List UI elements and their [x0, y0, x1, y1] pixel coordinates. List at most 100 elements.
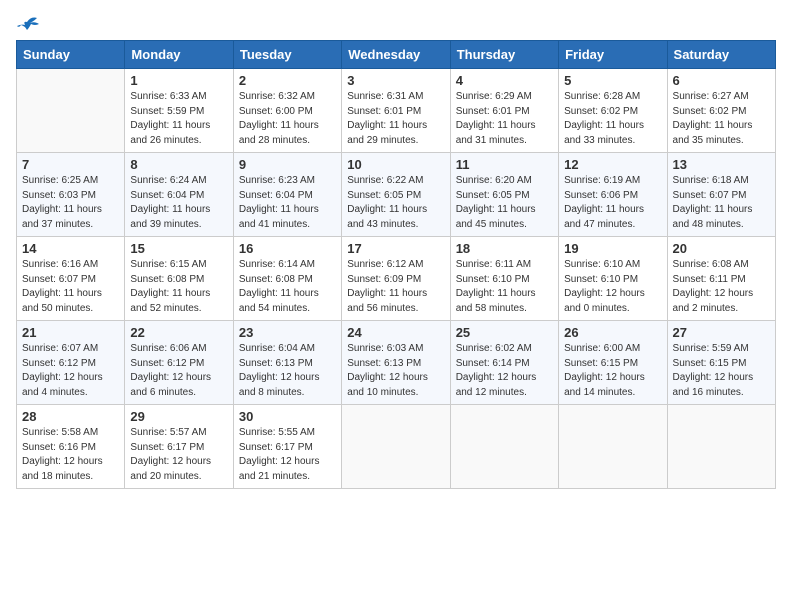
calendar-cell — [667, 405, 775, 489]
calendar-cell: 11 Sunrise: 6:20 AMSunset: 6:05 PMDayligh… — [450, 153, 558, 237]
day-number: 9 — [239, 157, 336, 172]
calendar-header-friday: Friday — [559, 41, 667, 69]
calendar-cell: 1 Sunrise: 6:33 AMSunset: 5:59 PMDaylight… — [125, 69, 233, 153]
day-info: Sunrise: 6:06 AMSunset: 6:12 PMDaylight:… — [130, 342, 227, 400]
calendar-header-thursday: Thursday — [450, 41, 558, 69]
calendar-cell: 8 Sunrise: 6:24 AMSunset: 6:04 PMDaylight… — [125, 153, 233, 237]
day-number: 16 — [239, 241, 336, 256]
page-header — [16, 16, 776, 32]
day-info: Sunrise: 6:04 AMSunset: 6:13 PMDaylight:… — [239, 342, 336, 400]
day-info: Sunrise: 6:10 AMSunset: 6:10 PMDaylight:… — [564, 258, 661, 316]
day-info: Sunrise: 6:32 AMSunset: 6:00 PMDaylight:… — [239, 90, 336, 148]
day-number: 12 — [564, 157, 661, 172]
day-number: 10 — [347, 157, 444, 172]
day-info: Sunrise: 5:55 AMSunset: 6:17 PMDaylight:… — [239, 426, 336, 484]
calendar-cell: 27 Sunrise: 5:59 AMSunset: 6:15 PMDayligh… — [667, 321, 775, 405]
calendar-header-monday: Monday — [125, 41, 233, 69]
day-info: Sunrise: 6:19 AMSunset: 6:06 PMDaylight:… — [564, 174, 661, 232]
calendar-cell: 25 Sunrise: 6:02 AMSunset: 6:14 PMDayligh… — [450, 321, 558, 405]
day-number: 13 — [673, 157, 770, 172]
day-number: 20 — [673, 241, 770, 256]
day-info: Sunrise: 6:28 AMSunset: 6:02 PMDaylight:… — [564, 90, 661, 148]
day-info: Sunrise: 6:03 AMSunset: 6:13 PMDaylight:… — [347, 342, 444, 400]
calendar-cell: 12 Sunrise: 6:19 AMSunset: 6:06 PMDayligh… — [559, 153, 667, 237]
day-info: Sunrise: 6:20 AMSunset: 6:05 PMDaylight:… — [456, 174, 553, 232]
day-number: 29 — [130, 409, 227, 424]
calendar-cell: 10 Sunrise: 6:22 AMSunset: 6:05 PMDayligh… — [342, 153, 450, 237]
calendar-table: SundayMondayTuesdayWednesdayThursdayFrid… — [16, 40, 776, 489]
logo — [16, 20, 39, 32]
calendar-cell: 30 Sunrise: 5:55 AMSunset: 6:17 PMDayligh… — [233, 405, 341, 489]
calendar-cell — [17, 69, 125, 153]
calendar-cell: 18 Sunrise: 6:11 AMSunset: 6:10 PMDayligh… — [450, 237, 558, 321]
day-info: Sunrise: 5:59 AMSunset: 6:15 PMDaylight:… — [673, 342, 770, 400]
day-number: 23 — [239, 325, 336, 340]
day-info: Sunrise: 6:02 AMSunset: 6:14 PMDaylight:… — [456, 342, 553, 400]
calendar-header-saturday: Saturday — [667, 41, 775, 69]
calendar-cell: 26Sunrise: 6:00 AMSunset: 6:15 PMDayligh… — [559, 321, 667, 405]
day-number: 17 — [347, 241, 444, 256]
calendar-cell: 2 Sunrise: 6:32 AMSunset: 6:00 PMDaylight… — [233, 69, 341, 153]
day-info: Sunrise: 6:11 AMSunset: 6:10 PMDaylight:… — [456, 258, 553, 316]
day-number: 21 — [22, 325, 119, 340]
day-number: 14 — [22, 241, 119, 256]
calendar-cell: 17 Sunrise: 6:12 AMSunset: 6:09 PMDayligh… — [342, 237, 450, 321]
calendar-cell — [342, 405, 450, 489]
calendar-row: 28 Sunrise: 5:58 AMSunset: 6:16 PMDayligh… — [17, 405, 776, 489]
day-info: Sunrise: 5:58 AMSunset: 6:16 PMDaylight:… — [22, 426, 119, 484]
day-info: Sunrise: 6:22 AMSunset: 6:05 PMDaylight:… — [347, 174, 444, 232]
calendar-cell: 24 Sunrise: 6:03 AMSunset: 6:13 PMDayligh… — [342, 321, 450, 405]
day-info: Sunrise: 6:12 AMSunset: 6:09 PMDaylight:… — [347, 258, 444, 316]
calendar-row: 7Sunrise: 6:25 AMSunset: 6:03 PMDaylight… — [17, 153, 776, 237]
calendar-cell — [450, 405, 558, 489]
day-number: 8 — [130, 157, 227, 172]
calendar-cell: 21 Sunrise: 6:07 AMSunset: 6:12 PMDayligh… — [17, 321, 125, 405]
calendar-cell: 16Sunrise: 6:14 AMSunset: 6:08 PMDayligh… — [233, 237, 341, 321]
day-number: 15 — [130, 241, 227, 256]
calendar-cell: 19 Sunrise: 6:10 AMSunset: 6:10 PMDayligh… — [559, 237, 667, 321]
day-number: 5 — [564, 73, 661, 88]
day-info: Sunrise: 6:33 AMSunset: 5:59 PMDaylight:… — [130, 90, 227, 148]
calendar-cell: 22 Sunrise: 6:06 AMSunset: 6:12 PMDayligh… — [125, 321, 233, 405]
day-info: Sunrise: 6:16 AMSunset: 6:07 PMDaylight:… — [22, 258, 119, 316]
day-number: 18 — [456, 241, 553, 256]
day-info: Sunrise: 6:07 AMSunset: 6:12 PMDaylight:… — [22, 342, 119, 400]
day-number: 30 — [239, 409, 336, 424]
day-info: Sunrise: 6:24 AMSunset: 6:04 PMDaylight:… — [130, 174, 227, 232]
calendar-cell: 4 Sunrise: 6:29 AMSunset: 6:01 PMDaylight… — [450, 69, 558, 153]
calendar-header-tuesday: Tuesday — [233, 41, 341, 69]
day-number: 1 — [130, 73, 227, 88]
day-info: Sunrise: 6:29 AMSunset: 6:01 PMDaylight:… — [456, 90, 553, 148]
calendar-header-sunday: Sunday — [17, 41, 125, 69]
day-number: 25 — [456, 325, 553, 340]
calendar-header-wednesday: Wednesday — [342, 41, 450, 69]
day-number: 4 — [456, 73, 553, 88]
day-number: 3 — [347, 73, 444, 88]
day-info: Sunrise: 6:15 AMSunset: 6:08 PMDaylight:… — [130, 258, 227, 316]
calendar-cell: 9Sunrise: 6:23 AMSunset: 6:04 PMDaylight… — [233, 153, 341, 237]
calendar-cell: 14 Sunrise: 6:16 AMSunset: 6:07 PMDayligh… — [17, 237, 125, 321]
calendar-cell: 6 Sunrise: 6:27 AMSunset: 6:02 PMDaylight… — [667, 69, 775, 153]
calendar-cell: 20Sunrise: 6:08 AMSunset: 6:11 PMDayligh… — [667, 237, 775, 321]
calendar-row: 21 Sunrise: 6:07 AMSunset: 6:12 PMDayligh… — [17, 321, 776, 405]
day-number: 11 — [456, 157, 553, 172]
day-number: 28 — [22, 409, 119, 424]
day-info: Sunrise: 6:00 AMSunset: 6:15 PMDaylight:… — [564, 342, 661, 400]
day-number: 2 — [239, 73, 336, 88]
day-info: Sunrise: 5:57 AMSunset: 6:17 PMDaylight:… — [130, 426, 227, 484]
calendar-cell: 5 Sunrise: 6:28 AMSunset: 6:02 PMDaylight… — [559, 69, 667, 153]
day-number: 24 — [347, 325, 444, 340]
calendar-cell: 28 Sunrise: 5:58 AMSunset: 6:16 PMDayligh… — [17, 405, 125, 489]
day-info: Sunrise: 6:18 AMSunset: 6:07 PMDaylight:… — [673, 174, 770, 232]
calendar-row: 14 Sunrise: 6:16 AMSunset: 6:07 PMDayligh… — [17, 237, 776, 321]
day-number: 7 — [22, 157, 119, 172]
calendar-cell — [559, 405, 667, 489]
day-number: 27 — [673, 325, 770, 340]
calendar-cell: 15 Sunrise: 6:15 AMSunset: 6:08 PMDayligh… — [125, 237, 233, 321]
day-info: Sunrise: 6:27 AMSunset: 6:02 PMDaylight:… — [673, 90, 770, 148]
day-number: 22 — [130, 325, 227, 340]
calendar-cell: 13 Sunrise: 6:18 AMSunset: 6:07 PMDayligh… — [667, 153, 775, 237]
day-number: 6 — [673, 73, 770, 88]
day-info: Sunrise: 6:31 AMSunset: 6:01 PMDaylight:… — [347, 90, 444, 148]
day-number: 19 — [564, 241, 661, 256]
